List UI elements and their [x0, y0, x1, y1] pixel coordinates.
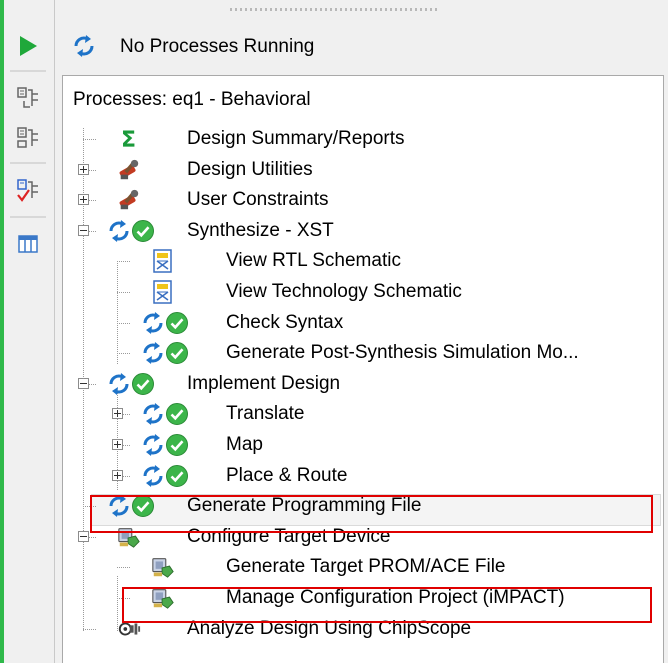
tree-item[interactable]: Check Syntax — [63, 308, 663, 338]
toolbar-separator — [10, 162, 46, 164]
device-config-icon — [151, 555, 175, 579]
status-text: No Processes Running — [120, 36, 315, 57]
expand-icon[interactable] — [78, 163, 89, 175]
expand-icon[interactable] — [112, 469, 123, 481]
refresh-icon — [107, 219, 131, 243]
toolbar-border — [54, 0, 55, 663]
tree-connector — [117, 292, 131, 293]
check-icon — [165, 402, 189, 426]
tree-item[interactable]: Implement Design — [63, 369, 663, 399]
rerun-icon[interactable] — [12, 82, 44, 114]
refresh-icon — [141, 311, 165, 335]
tree-item[interactable]: Synthesize - XST — [63, 216, 663, 246]
rerun-all-icon[interactable] — [12, 122, 44, 154]
tree-connector — [117, 261, 131, 263]
expand-icon[interactable] — [112, 439, 123, 450]
tree-item-label: User Constraints — [187, 189, 329, 211]
tree-item-label: Generate Target PROM/ACE File — [226, 556, 506, 578]
tree-item[interactable]: Design Utilities — [63, 155, 663, 185]
refresh-icon — [141, 402, 165, 426]
tree-item[interactable]: User Constraints — [63, 185, 663, 215]
schematic-doc-icon — [151, 249, 175, 274]
tree-item[interactable]: View Technology Schematic — [63, 277, 663, 307]
check-icon — [165, 464, 189, 488]
check-icon — [165, 311, 189, 335]
run-icon[interactable] — [12, 30, 44, 62]
schematic-doc-icon — [151, 280, 175, 304]
tools-icon — [117, 158, 141, 182]
collapse-icon[interactable] — [78, 530, 89, 542]
annotation-highlight-box — [90, 495, 653, 533]
tree-item[interactable]: Σ Design Summary/Reports — [63, 124, 663, 154]
tree-item[interactable]: View RTL Schematic — [63, 246, 663, 276]
panel-layout-icon[interactable] — [12, 228, 44, 260]
tree-item-label: Implement Design — [187, 372, 341, 394]
tree-item-label: Translate — [226, 403, 305, 425]
expand-icon[interactable] — [78, 194, 89, 206]
check-icon — [131, 219, 155, 243]
tree-item-label: Check Syntax — [226, 311, 344, 333]
processes-panel: Processes: eq1 - Behavioral Σ Design Summ… — [62, 75, 664, 663]
tools-icon — [117, 188, 141, 212]
tree-item-label: Generate Post-Synthesis Simulation Mo... — [226, 342, 579, 364]
tree-item[interactable]: Generate Target PROM/ACE File — [63, 552, 663, 582]
process-status-bar: No Processes Running — [62, 22, 668, 72]
tree-item[interactable]: Translate — [63, 399, 663, 429]
tree-item-label: Synthesize - XST — [187, 219, 334, 241]
tree-item[interactable]: Generate Post-Synthesis Simulation Mo... — [63, 338, 663, 368]
toolbar-separator — [10, 216, 46, 218]
panel-title: Processes: eq1 - Behavioral — [73, 89, 311, 110]
tree-item-label: Design Summary/Reports — [187, 128, 405, 149]
tree-item-label: Design Utilities — [187, 158, 313, 180]
expand-icon[interactable] — [112, 408, 123, 420]
tree-item-label: Place & Route — [226, 464, 348, 486]
collapse-icon[interactable] — [78, 377, 89, 389]
refresh-icon — [141, 433, 165, 457]
collapse-icon[interactable] — [78, 224, 89, 236]
tree-connector — [117, 353, 131, 355]
toolbar-separator — [10, 70, 46, 72]
annotation-highlight-box — [122, 587, 652, 623]
process-toolbar — [4, 0, 54, 663]
refresh-icon — [141, 464, 165, 488]
tree-item[interactable]: Map — [63, 430, 663, 460]
refresh-icon — [107, 372, 131, 396]
tree-connector — [83, 139, 97, 140]
tree-connector — [117, 322, 131, 324]
refresh-icon — [72, 34, 96, 63]
svg-text:Σ: Σ — [121, 128, 136, 150]
refresh-icon — [141, 341, 165, 365]
check-icon — [165, 341, 189, 365]
splitter-grip[interactable] — [230, 8, 440, 11]
sigma-icon: Σ — [117, 127, 141, 151]
tree-item-label: View RTL Schematic — [226, 250, 401, 272]
tree-item-label: View Technology Schematic — [226, 281, 462, 302]
tree-item-label: Map — [226, 434, 263, 455]
stop-icon[interactable] — [12, 174, 44, 206]
check-icon — [131, 372, 155, 396]
tree-connector — [83, 628, 97, 630]
tree-connector — [117, 567, 131, 569]
tree-item[interactable]: Place & Route — [63, 461, 663, 491]
check-icon — [165, 433, 189, 457]
